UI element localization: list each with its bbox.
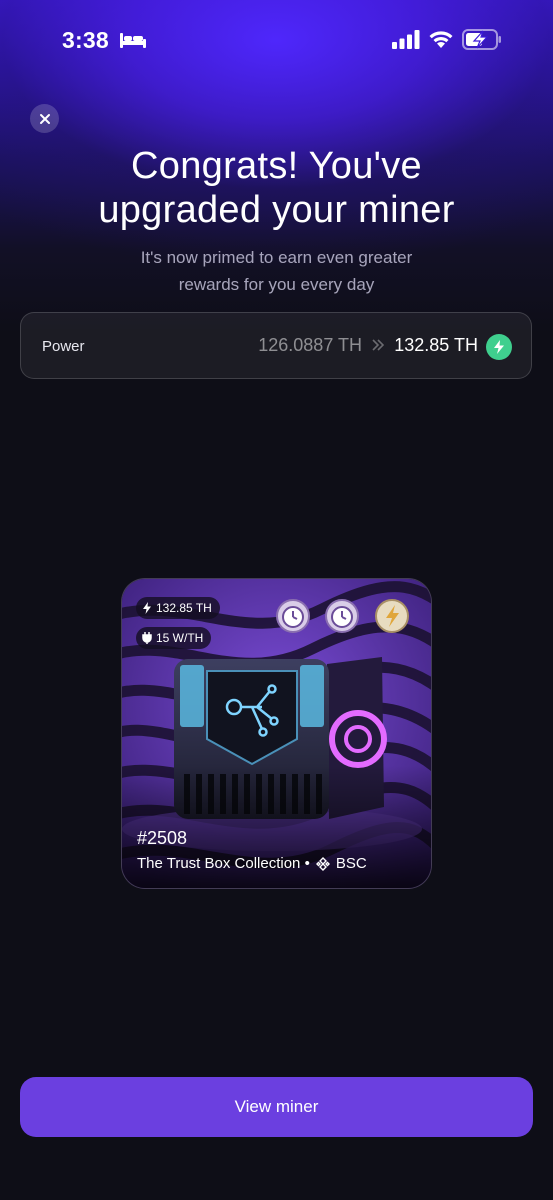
power-badge: 132.85 TH: [136, 597, 220, 619]
close-button[interactable]: [30, 104, 59, 133]
status-bar: 3:38: [0, 0, 553, 84]
miner-id: #2508: [137, 828, 188, 848]
power-badge-value: 132.85 TH: [156, 601, 212, 615]
view-miner-button[interactable]: View miner: [20, 1077, 533, 1137]
status-time: 3:38: [62, 27, 109, 53]
efficiency-badge-value: 15 W/TH: [156, 631, 204, 645]
power-card: Power 126.0887 TH 132.85 TH: [20, 312, 532, 379]
power-new-value: 132.85 TH: [394, 335, 478, 355]
miner-card[interactable]: 132.85 TH 15 W/TH #2508 The Trust Box Co…: [121, 578, 432, 889]
bed-icon: [120, 33, 146, 48]
bolt-icon: [143, 602, 151, 614]
lightning-coin-icon: [375, 599, 409, 633]
wifi-icon: [429, 31, 453, 48]
chain-name: BSC: [335, 855, 367, 872]
stopwatch-icon: [325, 599, 359, 633]
page-subtitle: It's now primed to earn even greater rew…: [140, 248, 413, 294]
efficiency-badge: 15 W/TH: [136, 627, 212, 649]
power-old-value: 126.0887 TH: [258, 335, 362, 355]
close-icon: [39, 113, 50, 124]
double-chevron-right-icon: [372, 339, 385, 351]
bnb-icon: [315, 856, 330, 871]
power-label: Power: [42, 338, 85, 355]
page-title: Congrats! You've upgraded your miner: [98, 145, 455, 231]
stopwatch-icon: [276, 599, 310, 633]
plug-icon: [142, 632, 152, 644]
lightning-bolt-icon: [486, 334, 512, 360]
miner-collection: The Trust Box Collection • BSC: [137, 855, 367, 872]
signal-icon: [392, 30, 420, 49]
battery-charging-icon: [462, 29, 501, 50]
collection-name: The Trust Box Collection •: [137, 855, 310, 872]
